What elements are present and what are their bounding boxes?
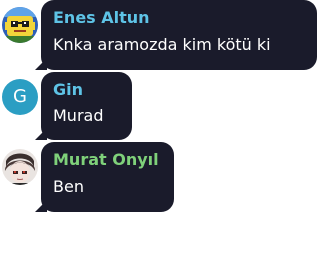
sender-name[interactable]: Enes Altun: [53, 8, 305, 28]
bubble-tail: [35, 128, 47, 140]
sender-name[interactable]: Gin: [53, 80, 120, 100]
message-bubble: Gin Murad: [35, 72, 132, 140]
message-bubble: Murat Onyıl Ben: [35, 142, 174, 212]
message-text: Ben: [53, 177, 84, 196]
avatar[interactable]: [2, 149, 38, 185]
bubble-tail: [35, 58, 47, 70]
message-text: Knka aramozda kim kötü ki: [53, 35, 271, 54]
avatar-letter: G: [13, 86, 27, 107]
pixel-art-avatar-icon: [2, 7, 38, 43]
bubble-tail: [35, 200, 47, 212]
sender-name[interactable]: Murat Onyıl: [53, 150, 162, 170]
chat-message: Murat Onyıl Ben: [0, 142, 320, 212]
avatar[interactable]: G: [2, 79, 38, 115]
chat-message: G Gin Murad: [0, 72, 320, 140]
anime-character-avatar-icon: [2, 149, 38, 185]
chat-message: Enes Altun Knka aramozda kim kötü ki: [0, 0, 320, 70]
message-text: Murad: [53, 106, 104, 125]
avatar[interactable]: [2, 7, 38, 43]
message-bubble: Enes Altun Knka aramozda kim kötü ki: [35, 0, 317, 70]
chat-transcript: Enes Altun Knka aramozda kim kötü ki G G…: [0, 0, 320, 261]
